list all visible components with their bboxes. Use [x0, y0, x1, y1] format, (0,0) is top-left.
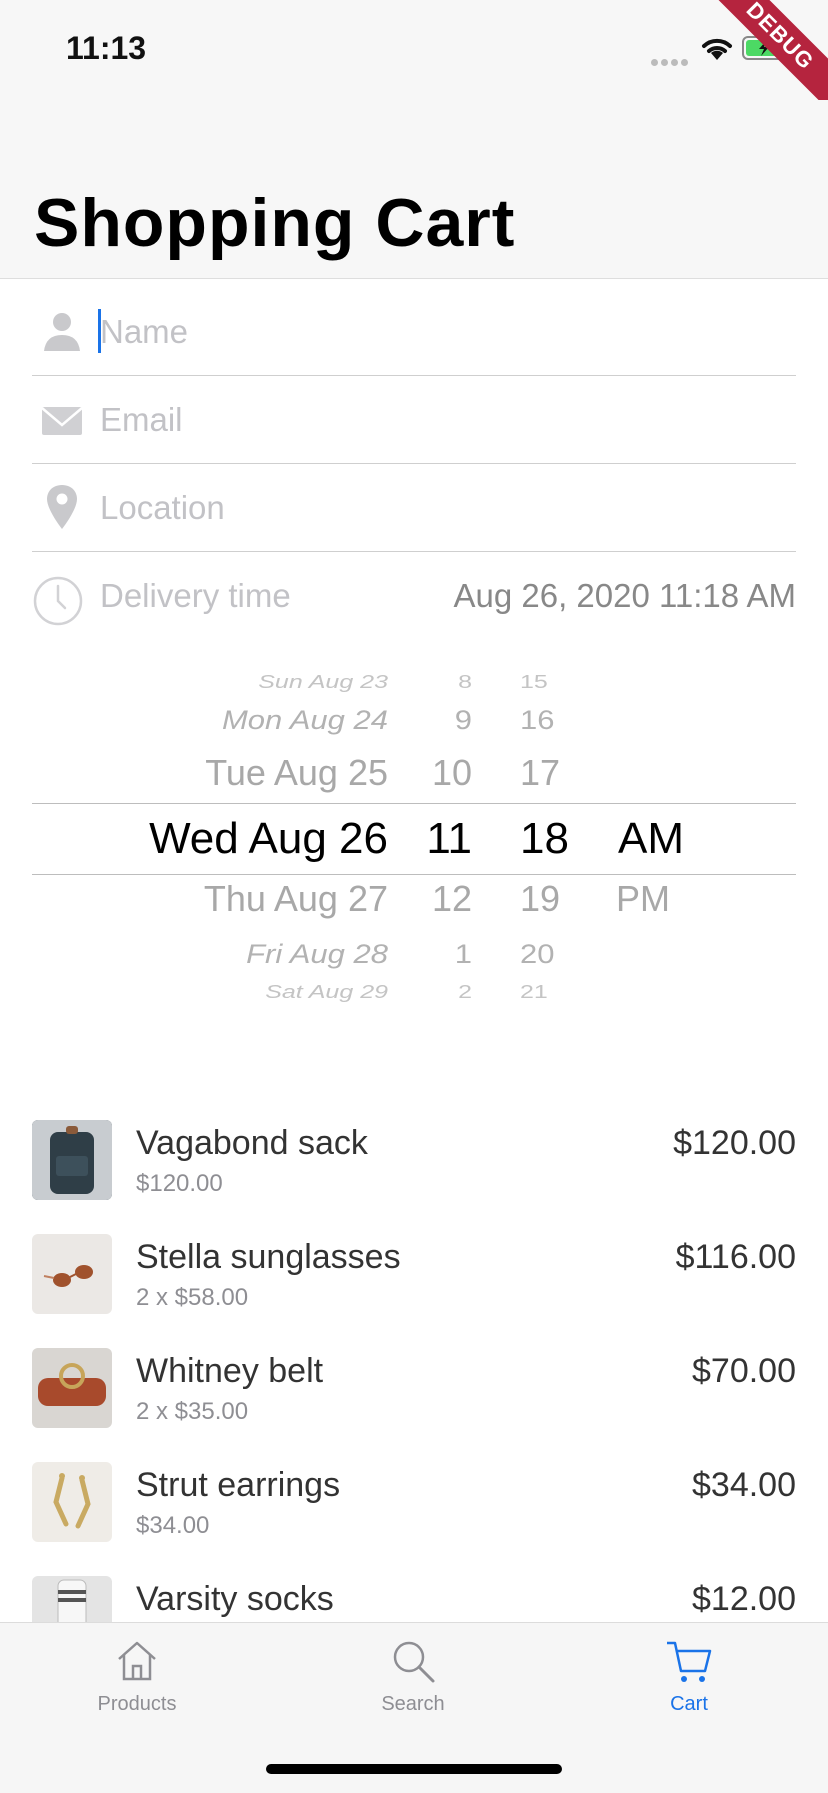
- backpack-image: [32, 1120, 112, 1200]
- status-time: 11:13: [66, 30, 147, 66]
- picker-minute-item[interactable]: 19: [520, 878, 560, 920]
- product-thumbnail: [32, 1462, 112, 1542]
- cellular-signal-icon: [651, 53, 691, 71]
- item-unit-price: $120.00: [136, 1170, 223, 1197]
- picker-date-item[interactable]: Tue Aug 25: [205, 752, 388, 794]
- location-input[interactable]: Location: [100, 489, 225, 527]
- picker-minute-item[interactable]: 20: [520, 938, 554, 970]
- tab-label: Products: [97, 1693, 177, 1715]
- picker-hour-item[interactable]: 10: [432, 752, 472, 794]
- cart-item[interactable]: Stella sunglasses 2 x $58.00 $116.00: [32, 1234, 796, 1334]
- picker-period-selected[interactable]: AM: [618, 814, 684, 864]
- clock-icon: [33, 576, 83, 626]
- item-total-price: $70.00: [692, 1352, 796, 1390]
- item-name: Varsity socks: [136, 1580, 334, 1618]
- item-name: Vagabond sack: [136, 1124, 368, 1162]
- item-total-price: $34.00: [692, 1466, 796, 1504]
- item-name: Strut earrings: [136, 1466, 341, 1504]
- person-icon: [44, 313, 80, 351]
- cart-item[interactable]: Strut earrings $34.00 $34.00: [32, 1462, 796, 1562]
- belt-image: [32, 1348, 112, 1428]
- delivery-time-row[interactable]: Delivery time Aug 26, 2020 11:18 AM: [32, 553, 796, 641]
- item-name: Whitney belt: [136, 1352, 324, 1390]
- delivery-time-value[interactable]: Aug 26, 2020 11:18 AM: [454, 577, 797, 615]
- cart-item[interactable]: Whitney belt 2 x $35.00 $70.00: [32, 1348, 796, 1448]
- picker-date-item[interactable]: Thu Aug 27: [204, 878, 388, 920]
- name-input[interactable]: Name: [100, 313, 188, 351]
- picker-hour-selected[interactable]: 11: [426, 814, 472, 864]
- picker-hour-item[interactable]: 8: [458, 672, 472, 694]
- search-icon: [393, 1641, 435, 1683]
- date-time-picker[interactable]: Sun Aug 23 Mon Aug 24 Tue Aug 25 Wed Aug…: [32, 650, 796, 1020]
- picker-minute-item[interactable]: 15: [520, 672, 548, 694]
- picker-date-item[interactable]: Sun Aug 23: [258, 672, 388, 694]
- picker-minute-item[interactable]: 17: [520, 752, 560, 794]
- tab-label: Cart: [670, 1693, 708, 1715]
- item-name: Stella sunglasses: [136, 1238, 401, 1276]
- picker-hour-item[interactable]: 9: [455, 704, 472, 736]
- delivery-time-label: Delivery time: [100, 577, 291, 614]
- picker-minute-item[interactable]: 16: [520, 704, 554, 736]
- item-total-price: $120.00: [673, 1124, 796, 1162]
- item-total-price: $12.00: [692, 1580, 796, 1618]
- product-thumbnail: [32, 1120, 112, 1200]
- item-unit-price: 2 x $58.00: [136, 1284, 249, 1311]
- status-bar: 11:13: [0, 0, 828, 100]
- picker-hour-item[interactable]: 1: [455, 938, 472, 970]
- email-input[interactable]: Email: [100, 401, 183, 439]
- picker-date-item[interactable]: Fri Aug 28: [246, 938, 388, 970]
- navigation-header: Shopping Cart: [0, 100, 828, 279]
- tab-cart[interactable]: Cart: [589, 1623, 789, 1723]
- email-field[interactable]: Email: [32, 375, 796, 464]
- item-unit-price: $34.00: [136, 1512, 210, 1539]
- home-icon: [118, 1641, 156, 1681]
- item-unit-price: 2 x $35.00: [136, 1398, 249, 1425]
- picker-minute-selected[interactable]: 18: [520, 814, 569, 864]
- picker-date-selected[interactable]: Wed Aug 26: [149, 814, 388, 864]
- tab-search[interactable]: Search: [313, 1623, 513, 1723]
- product-thumbnail: [32, 1348, 112, 1428]
- sunglasses-image: [32, 1234, 112, 1314]
- home-indicator[interactable]: [266, 1764, 562, 1774]
- name-field[interactable]: Name: [32, 287, 796, 376]
- cart-item[interactable]: Vagabond sack $120.00 $120.00: [32, 1120, 796, 1220]
- tab-products[interactable]: Products: [37, 1623, 237, 1723]
- picker-date-item[interactable]: Mon Aug 24: [222, 704, 388, 736]
- envelope-icon: [41, 407, 83, 435]
- picker-hour-item[interactable]: 12: [432, 878, 472, 920]
- tab-label: Search: [381, 1693, 445, 1715]
- earrings-image: [32, 1462, 112, 1542]
- product-thumbnail: [32, 1234, 112, 1314]
- wifi-icon: [702, 38, 732, 60]
- location-field[interactable]: Location: [32, 463, 796, 552]
- picker-hour-item[interactable]: 2: [458, 982, 472, 1004]
- cart-icon: [667, 1641, 712, 1682]
- picker-minute-item[interactable]: 21: [520, 982, 548, 1004]
- page-title: Shopping Cart: [34, 185, 516, 261]
- location-pin-icon: [47, 485, 77, 529]
- item-total-price: $116.00: [675, 1238, 796, 1276]
- picker-date-item[interactable]: Sat Aug 29: [265, 982, 388, 1004]
- picker-period-item[interactable]: PM: [616, 878, 670, 920]
